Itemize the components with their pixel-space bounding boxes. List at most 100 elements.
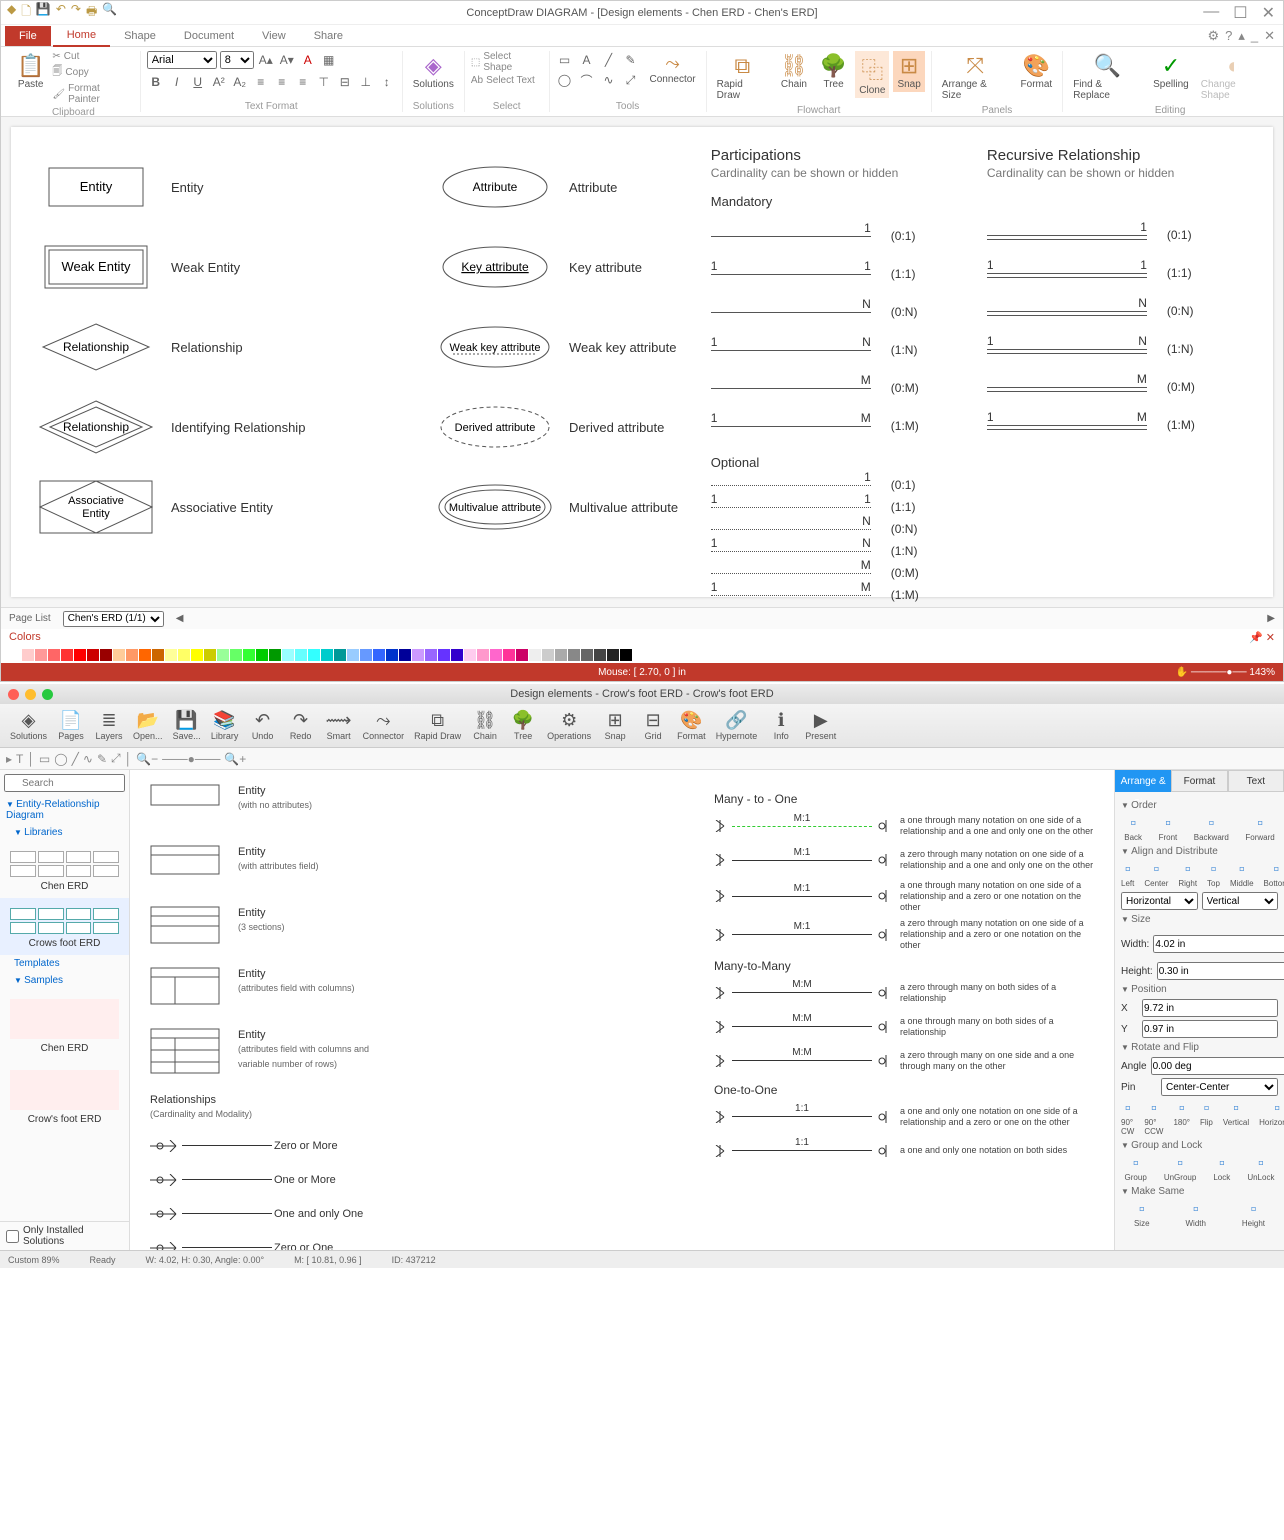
lib-crows-foot-erd[interactable]: Crows foot ERD [0, 898, 129, 955]
cardinality-line[interactable]: 11(1:1) [711, 496, 967, 518]
pointer-tool-icon[interactable]: ▸ [6, 752, 12, 766]
qat-search-icon[interactable]: 🔍 [102, 2, 117, 23]
shape-tool-icon[interactable]: ▭ [556, 51, 574, 69]
zoom-status[interactable]: Custom 89% [8, 1255, 60, 1265]
panel-top-button[interactable]: ▫Top [1207, 861, 1220, 888]
panel-size-button[interactable]: ▫Size [1134, 1201, 1150, 1228]
minimize-icon[interactable]: — [1203, 3, 1219, 23]
select-text-button[interactable]: AbSelect Text [471, 75, 543, 86]
eyedropper-tool-icon[interactable]: ⤢ [622, 71, 640, 89]
text-tool-icon[interactable]: T [16, 752, 23, 766]
tb-format-button[interactable]: 🎨Format [673, 710, 710, 741]
panel-backward-button[interactable]: ▫Backward [1194, 815, 1229, 842]
panel-ungroup-button[interactable]: ▫UnGroup [1164, 1155, 1196, 1182]
panel--button[interactable]: ▫180° [1173, 1100, 1190, 1136]
maximize-icon[interactable]: ☐ [1233, 3, 1247, 23]
color-swatch[interactable] [386, 649, 398, 661]
color-swatch[interactable] [594, 649, 606, 661]
height-input[interactable] [1157, 962, 1284, 980]
underline-icon[interactable]: U [189, 73, 207, 91]
color-swatch[interactable] [22, 649, 34, 661]
canvas[interactable]: EntityEntity Weak EntityWeak Entity Rela… [1, 117, 1283, 607]
color-swatch[interactable] [282, 649, 294, 661]
color-swatch[interactable] [581, 649, 593, 661]
sample-crows-foot-erd[interactable]: Crow's foot ERD [0, 1060, 129, 1131]
tb-layers-button[interactable]: ≣Layers [91, 710, 127, 741]
entity-variant[interactable]: Entity(attributes field with columns and… [150, 1028, 410, 1079]
panel-back-button[interactable]: ▫Back [1124, 815, 1142, 842]
ribbon-min-icon[interactable]: _ [1251, 28, 1258, 44]
tb-solutions-button[interactable]: ◈Solutions [6, 710, 51, 741]
zoom-in-icon[interactable]: 🔍+ [224, 752, 246, 766]
tree-samples[interactable]: Samples [0, 972, 129, 989]
cardinality-line[interactable]: 11(1:1) [711, 255, 967, 293]
tb-tree-button[interactable]: 🌳Tree [505, 710, 541, 741]
dist-vertical-select[interactable]: Vertical [1202, 892, 1279, 910]
color-swatch[interactable] [607, 649, 619, 661]
panel-right-button[interactable]: ▫Right [1178, 861, 1197, 888]
home-tab[interactable]: Home [53, 25, 110, 47]
color-swatch[interactable] [321, 649, 333, 661]
spelling-button[interactable]: ✓Spelling [1149, 51, 1193, 92]
cut-button[interactable]: ✂Cut [52, 51, 133, 62]
color-swatch[interactable] [373, 649, 385, 661]
panel-middle-button[interactable]: ▫Middle [1230, 861, 1254, 888]
share-tab[interactable]: Share [300, 26, 357, 46]
panel-left-button[interactable]: ▫Left [1121, 861, 1134, 888]
cardinality-line[interactable]: M(0:M) [987, 368, 1243, 406]
ribbon-close-icon[interactable]: ✕ [1264, 28, 1275, 44]
arrange-size-button[interactable]: ⤧Arrange & Size [938, 51, 1013, 103]
relationship-notation[interactable]: Zero or One [150, 1234, 410, 1250]
font-size-select[interactable]: 8 [220, 51, 254, 69]
weak-key-attribute-shape[interactable]: Weak key attribute [435, 325, 555, 369]
dist-horizontal-select[interactable]: Horizontal [1121, 892, 1198, 910]
color-swatch[interactable] [217, 649, 229, 661]
panel-width-button[interactable]: ▫Width [1185, 1201, 1205, 1228]
panel-horizontal-button[interactable]: ▫Horizontal [1259, 1100, 1284, 1136]
super-icon[interactable]: A² [210, 73, 228, 91]
color-swatch[interactable] [477, 649, 489, 661]
change-shape-button[interactable]: ◐Change Shape [1197, 51, 1271, 103]
color-swatch[interactable] [451, 649, 463, 661]
angle-input[interactable] [1151, 1057, 1284, 1075]
file-tab[interactable]: File [5, 26, 51, 46]
attribute-shape[interactable]: Attribute [435, 165, 555, 209]
cardinality-line[interactable]: 1N(1:N) [987, 330, 1243, 368]
valign-top-icon[interactable]: ⊤ [315, 73, 333, 91]
group-lock-section[interactable]: Group and Lock [1121, 1140, 1278, 1151]
hand-tool-icon[interactable]: ✋ [1176, 667, 1188, 678]
close-icon[interactable]: ✕ [1262, 3, 1275, 23]
rtab-format[interactable]: Format [1171, 770, 1227, 792]
sub-icon[interactable]: A₂ [231, 73, 249, 91]
panel-cw-button[interactable]: ▫90° CW [1121, 1100, 1134, 1136]
color-swatch[interactable] [204, 649, 216, 661]
size-section[interactable]: Size [1121, 914, 1278, 925]
ellipse-tool-icon[interactable]: ◯ [556, 71, 574, 89]
shape-tab[interactable]: Shape [110, 26, 170, 46]
mac-close-icon[interactable] [8, 689, 19, 700]
tb-save-button[interactable]: 💾Save... [169, 710, 205, 741]
color-swatch[interactable] [360, 649, 372, 661]
text-tool-icon[interactable]: A [578, 51, 596, 69]
color-swatch[interactable] [61, 649, 73, 661]
tree-libraries[interactable]: Libraries [0, 824, 129, 841]
entity-variant[interactable]: Entity(attributes field with columns) [150, 967, 410, 1018]
cardinality-line[interactable]: 1(0:1) [987, 216, 1243, 254]
tb-open-button[interactable]: 📂Open... [129, 710, 167, 741]
tree-root[interactable]: Entity-Relationship Diagram [0, 796, 129, 824]
align-center-icon[interactable]: ≡ [273, 73, 291, 91]
color-swatch[interactable] [48, 649, 60, 661]
color-swatch[interactable] [230, 649, 242, 661]
colors-pin-icon[interactable]: 📌 [1249, 632, 1263, 644]
entity-variant[interactable]: Entity(3 sections) [150, 906, 410, 957]
mac-zoom-icon[interactable] [42, 689, 53, 700]
font-color-icon[interactable]: A [299, 51, 317, 69]
make-same-section[interactable]: Make Same [1121, 1186, 1278, 1197]
mac-minimize-icon[interactable] [25, 689, 36, 700]
format-painter-button[interactable]: 🖌Format Painter [52, 83, 133, 105]
cardinality-line[interactable]: N(0:N) [711, 518, 967, 540]
cardinality-line[interactable]: 1(0:1) [711, 217, 967, 255]
cardinality-line[interactable]: 1(0:1) [711, 474, 967, 496]
tb-chain-button[interactable]: ⛓Chain [467, 710, 503, 741]
tb-grid-button[interactable]: ⊟Grid [635, 710, 671, 741]
